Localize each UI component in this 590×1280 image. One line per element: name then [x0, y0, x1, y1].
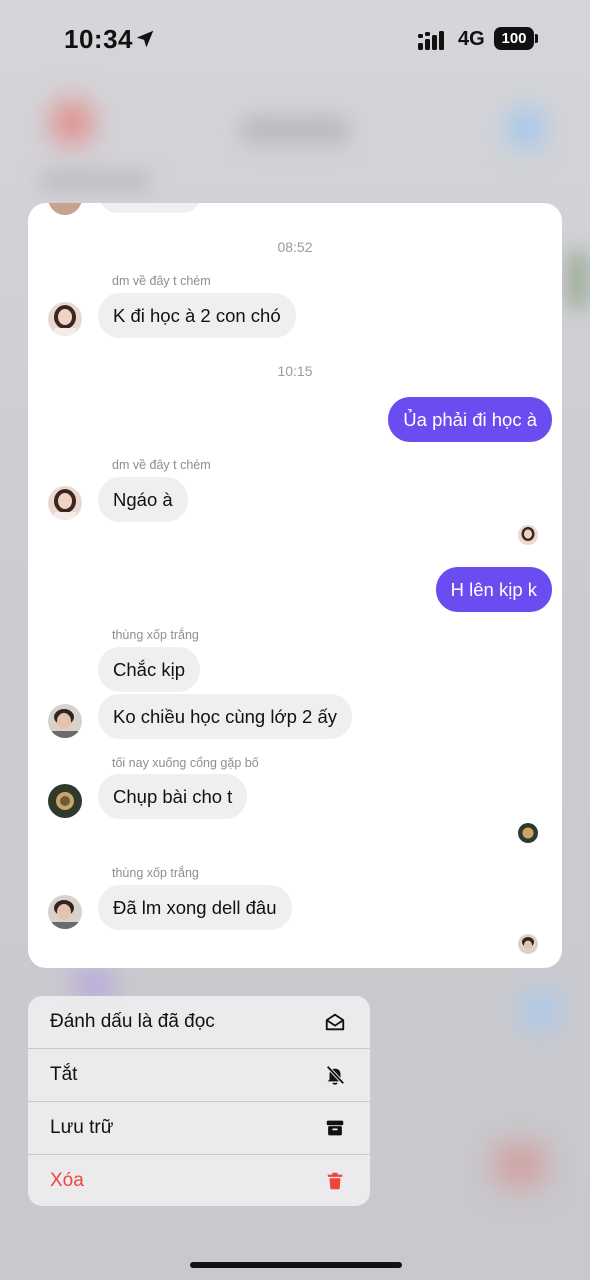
avatar: [48, 895, 82, 929]
home-indicator[interactable]: [190, 1262, 402, 1268]
message-bubble-incoming[interactable]: K đi học à 2 con chó: [98, 293, 296, 338]
avatar: [48, 486, 82, 520]
battery-indicator: 100: [494, 27, 534, 50]
timestamp: 10:15: [277, 363, 313, 379]
avatar: [48, 302, 82, 336]
cellular-signal-icon: [418, 31, 444, 50]
menu-item-mute[interactable]: Tắt: [28, 1049, 370, 1101]
network-type: 4G: [458, 28, 485, 50]
seen-receipt-avatar: [518, 525, 538, 545]
menu-item-label: Xóa: [50, 1170, 84, 1191]
cut-off-avatar: [48, 203, 82, 215]
message-bubble-incoming[interactable]: Ngáo à: [98, 477, 188, 522]
menu-item-delete[interactable]: Xóa: [28, 1155, 370, 1206]
battery-tip: [535, 34, 538, 43]
seen-receipt-avatar: [518, 823, 538, 843]
menu-item-archive[interactable]: Lưu trữ: [28, 1102, 370, 1154]
sender-name: dm về đây t chém: [112, 458, 211, 472]
sender-name: thùng xốp trắng: [112, 628, 199, 642]
message-bubble-incoming[interactable]: Đã lm xong dell đâu: [98, 885, 292, 930]
message-bubble-incoming[interactable]: Chụp bài cho t: [98, 774, 248, 819]
status-bar: 10:34 4G 100: [0, 0, 590, 80]
context-menu: Đánh dấu là đã đọc Tắt Lưu trữ Xóa: [28, 996, 370, 1206]
avatar: [48, 704, 82, 738]
sender-name: tối nay xuống cổng gặp bố: [112, 756, 259, 770]
sender-name: dm về đây t chém: [112, 274, 211, 288]
menu-item-mark-read[interactable]: Đánh dấu là đã đọc: [28, 996, 370, 1048]
avatar: [48, 784, 82, 818]
message-bubble-incoming[interactable]: Chắc kịp: [98, 647, 200, 692]
menu-item-label: Tắt: [50, 1064, 78, 1085]
location-arrow-icon: [136, 30, 154, 48]
archive-icon: [326, 1120, 344, 1136]
seen-receipt-avatar: [518, 934, 538, 954]
mark-read-icon: [325, 1013, 345, 1031]
chat-preview-card[interactable]: 08:52 dm về đây t chém K đi học à 2 con …: [28, 203, 562, 968]
sender-name: thùng xốp trắng: [112, 866, 199, 880]
cut-off-bubble: [98, 203, 202, 213]
menu-item-label: Lưu trữ: [50, 1117, 114, 1138]
message-bubble-incoming[interactable]: Ko chiều học cùng lớp 2 ấy: [98, 694, 352, 739]
status-time: 10:34: [64, 24, 133, 54]
timestamp: 08:52: [277, 239, 313, 255]
menu-item-label: Đánh dấu là đã đọc: [50, 1011, 215, 1032]
mute-bell-icon: [326, 1065, 345, 1085]
message-bubble-outgoing[interactable]: H lên kịp k: [435, 567, 552, 612]
message-bubble-outgoing[interactable]: Ủa phải đi học à: [388, 397, 552, 442]
trash-icon: [327, 1172, 343, 1190]
